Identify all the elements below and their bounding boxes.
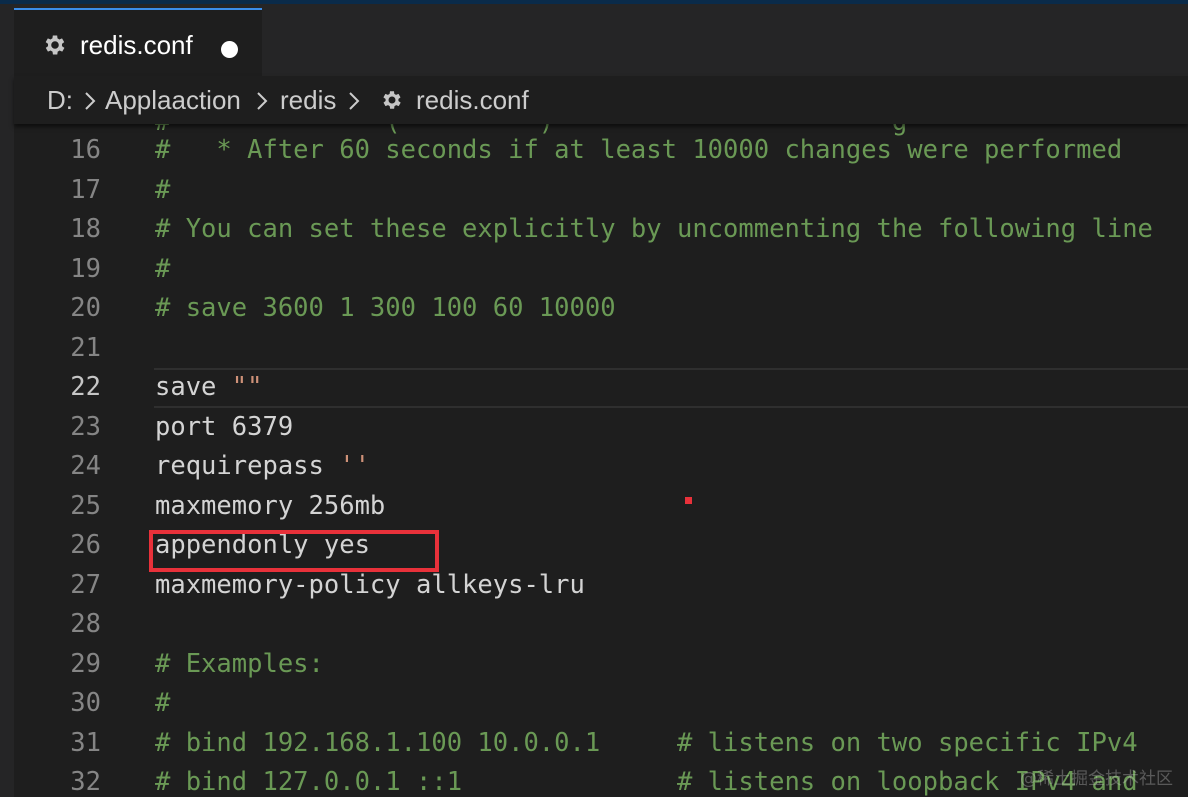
line-number: 28	[70, 609, 101, 639]
code-string: ''	[339, 451, 370, 481]
line-number: 31	[70, 727, 101, 758]
code-text: #	[155, 688, 171, 718]
line-number: 24	[70, 451, 101, 481]
tab-bar: redis.conf	[0, 0, 1188, 80]
code-text: # Examples:	[155, 648, 324, 679]
code-line[interactable]: 29 # Examples:	[14, 645, 1188, 685]
line-number: 23	[70, 411, 101, 442]
activity-edge	[0, 76, 14, 797]
line-number: 21	[70, 332, 101, 363]
code-text: maxmemory 256mb	[155, 490, 386, 521]
code-text: port 6379	[155, 411, 294, 442]
code-text: # * After 60 seconds if at least 10000 c…	[155, 135, 1123, 165]
code-text: # You can set these explicitly by uncomm…	[155, 214, 1153, 244]
line-number: 17	[70, 174, 101, 205]
code-line[interactable]: 19 #	[14, 250, 1188, 290]
code-line[interactable]: 30 #	[14, 684, 1188, 724]
chevron-right-icon	[85, 92, 96, 110]
code-text: # bind 127.0.0.1 ::1 # listens on loopba…	[155, 767, 1138, 797]
line-number: 32	[70, 767, 101, 797]
code-line[interactable]: 23 port 6379	[14, 408, 1188, 448]
code-line[interactable]: 32 # bind 127.0.0.1 ::1 # listens on loop…	[14, 763, 1188, 797]
breadcrumb: D: Applaaction redis redis.conf	[14, 76, 1188, 124]
code-text: #	[155, 253, 171, 284]
code-text: #	[155, 174, 171, 205]
tab-redis-conf[interactable]: redis.conf	[14, 8, 262, 80]
chevron-right-icon	[257, 92, 268, 110]
code-line[interactable]: 21	[14, 329, 1188, 369]
code-line[interactable]: 22 save ""	[14, 368, 1188, 408]
code-keyword: save	[155, 372, 232, 402]
line-number: 27	[70, 569, 101, 600]
code-editor[interactable]: # ( ) g 16# * After 60 seconds if at lea…	[14, 124, 1188, 797]
tab-label: redis.conf	[80, 30, 193, 60]
code-keyword: requirepass	[155, 451, 340, 481]
code-text: # save 3600 1 300 100 60 10000	[155, 293, 616, 323]
code-text: save ""	[155, 368, 262, 408]
breadcrumb-item-file[interactable]: redis.conf	[416, 85, 529, 116]
line-number: 22	[70, 372, 101, 402]
code-string: ""	[231, 372, 263, 402]
code-line[interactable]: 20 # save 3600 1 300 100 60 10000	[14, 289, 1188, 329]
line-number: 18	[70, 214, 101, 244]
line-number: 20	[70, 293, 101, 323]
code-text: # bind 192.168.1.100 10.0.0.1 # listens …	[155, 727, 1138, 758]
code-line[interactable]: 16 # * After 60 seconds if at least 10000…	[14, 131, 1188, 171]
code-line[interactable]: 17 #	[14, 171, 1188, 211]
breadcrumb-item-subfolder[interactable]: redis	[280, 85, 336, 116]
code-line[interactable]: 24 requirepass ''	[14, 447, 1188, 487]
line-number: 30	[70, 688, 101, 718]
watermark: @稀土掘金技术社区	[1020, 769, 1173, 789]
code-line[interactable]: 18 # You can set these explicitly by unco…	[14, 210, 1188, 250]
line-number: 26	[70, 530, 101, 560]
breadcrumb-item-drive[interactable]: D:	[47, 85, 73, 116]
breadcrumb-item-folder[interactable]: Applaaction	[105, 85, 241, 116]
line-number: 29	[70, 648, 101, 679]
line-number: 25	[70, 490, 101, 521]
chevron-right-icon	[349, 92, 360, 110]
line-number: 19	[70, 253, 101, 284]
code-text: requirepass ''	[155, 447, 370, 487]
code-line[interactable]: 25 maxmemory 256mb	[14, 487, 1188, 527]
gear-icon	[383, 91, 401, 109]
gear-icon	[45, 35, 65, 55]
unsaved-dot-icon[interactable]	[221, 41, 238, 58]
code-line[interactable]: 31 # bind 192.168.1.100 10.0.0.1 # listen…	[14, 724, 1188, 764]
code-line[interactable]: 28	[14, 605, 1188, 645]
line-number: 16	[70, 135, 101, 165]
red-annotation-mark	[685, 497, 692, 504]
annotation-highlight-box	[149, 530, 439, 572]
